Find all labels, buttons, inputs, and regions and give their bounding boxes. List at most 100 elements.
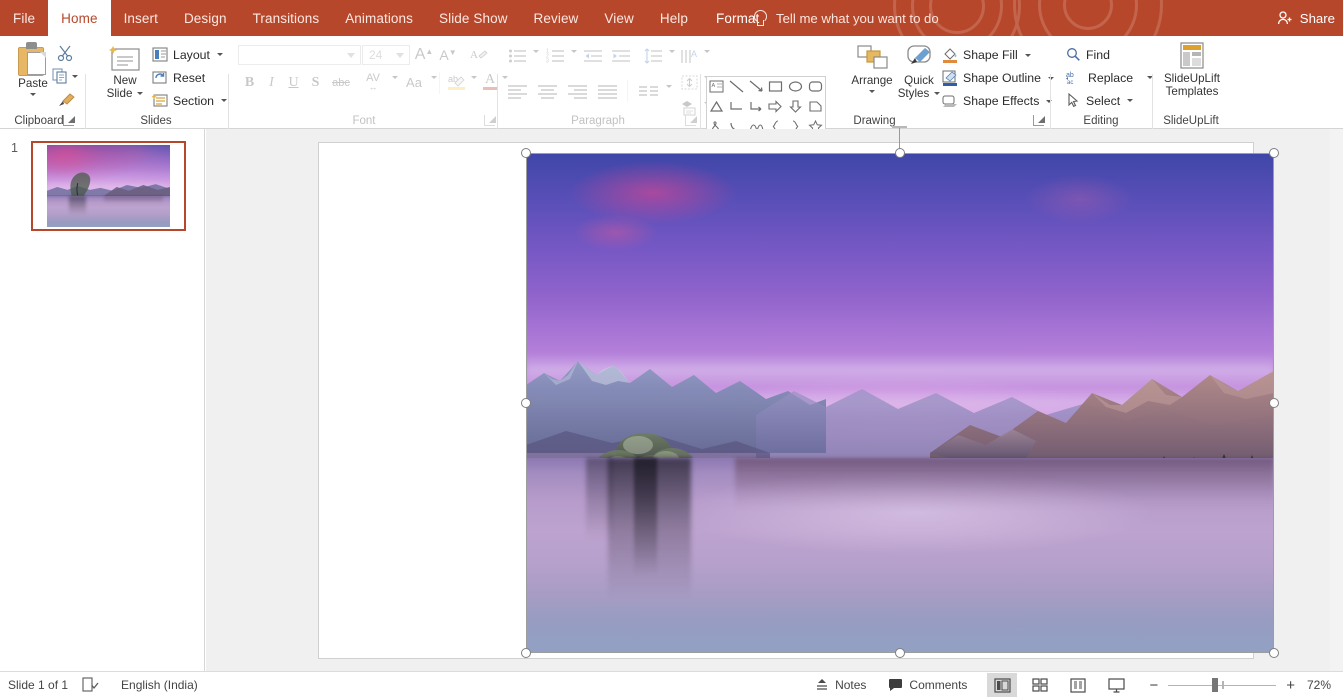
handle-bottom-left[interactable] <box>521 648 531 658</box>
accessibility-checker-button[interactable] <box>82 677 99 693</box>
decrease-font-size-button[interactable]: A ▼ <box>437 45 459 65</box>
bold-button[interactable]: B <box>239 72 260 93</box>
handle-middle-left[interactable] <box>521 398 531 408</box>
increase-font-size-button[interactable]: A ▲ <box>413 45 435 65</box>
handle-middle-right[interactable] <box>1269 398 1279 408</box>
slideuplift-templates-button[interactable]: SlideUpLift Templates <box>1159 42 1225 98</box>
clear-formatting-button[interactable]: A <box>466 44 490 66</box>
tab-transitions[interactable]: Transitions <box>240 0 333 36</box>
font-size-combobox[interactable]: 24 <box>362 45 410 65</box>
columns-button[interactable] <box>636 81 662 101</box>
shape-triangle[interactable] <box>707 97 727 117</box>
shape-elbow-connector[interactable] <box>727 97 747 117</box>
shape-line[interactable] <box>727 77 747 97</box>
zoom-in-button[interactable]: + <box>1286 677 1295 694</box>
text-shadow-button[interactable]: S <box>305 72 326 93</box>
font-name-combobox[interactable] <box>238 45 361 65</box>
shapes-gallery[interactable]: A <box>706 76 826 137</box>
handle-top-right[interactable] <box>1269 148 1279 158</box>
slide-counter[interactable]: Slide 1 of 1 <box>8 678 68 692</box>
quick-styles-button[interactable]: Quick Styles <box>892 44 946 100</box>
tell-me-search[interactable]: Tell me what you want to do <box>753 0 939 36</box>
handle-bottom-center[interactable] <box>895 648 905 658</box>
layout-button[interactable]: Layout <box>152 47 223 62</box>
slide-canvas[interactable] <box>318 142 1254 659</box>
selected-picture[interactable] <box>526 153 1274 653</box>
shape-elbow-arrow-connector[interactable] <box>746 97 766 117</box>
shape-rounded-rectangle[interactable] <box>805 77 825 97</box>
tab-insert[interactable]: Insert <box>111 0 171 36</box>
tab-design[interactable]: Design <box>171 0 240 36</box>
tab-slide-show[interactable]: Slide Show <box>426 0 521 36</box>
tab-animations[interactable]: Animations <box>332 0 426 36</box>
handle-top-left[interactable] <box>521 148 531 158</box>
shape-arrow[interactable] <box>746 77 766 97</box>
new-slide-button[interactable]: New Slide <box>98 44 152 100</box>
view-normal-button[interactable] <box>987 673 1017 697</box>
view-slide-sorter-button[interactable] <box>1025 673 1055 697</box>
columns-chevron[interactable] <box>664 85 672 88</box>
text-highlight-chevron[interactable] <box>469 76 477 79</box>
slide-editing-area[interactable] <box>206 129 1343 671</box>
align-left-button[interactable] <box>505 81 531 101</box>
handle-top-center[interactable] <box>895 148 905 158</box>
text-direction-button[interactable]: A <box>677 46 701 66</box>
underline-button[interactable]: U <box>283 72 304 93</box>
slide-thumbnail-panel[interactable]: 1 <box>0 129 205 671</box>
zoom-slider[interactable] <box>1168 678 1276 692</box>
replace-button[interactable]: ab ac Replace <box>1066 70 1153 85</box>
paragraph-dialog-launcher[interactable] <box>685 115 696 126</box>
tab-file[interactable]: File <box>0 0 48 36</box>
slide-thumbnail-1[interactable] <box>31 141 186 231</box>
line-spacing-button[interactable] <box>641 46 665 66</box>
tab-view[interactable]: View <box>591 0 646 36</box>
shape-fill-button[interactable]: Shape Fill <box>942 47 1031 63</box>
italic-button[interactable]: I <box>261 72 282 93</box>
shape-pentagon-tag[interactable] <box>805 97 825 117</box>
canvas-vertical-scrollbar[interactable] <box>1330 129 1343 671</box>
justify-button[interactable] <box>595 81 621 101</box>
align-text-button[interactable] <box>677 72 701 92</box>
share-button[interactable]: Share <box>1277 0 1335 36</box>
view-reading-button[interactable] <box>1063 673 1093 697</box>
zoom-slider-thumb[interactable] <box>1212 678 1218 692</box>
reset-button[interactable]: Reset <box>152 70 205 85</box>
bullets-button[interactable] <box>505 46 529 66</box>
text-highlight-button[interactable]: ab <box>444 70 468 93</box>
comments-button[interactable]: Comments <box>888 678 967 692</box>
font-dialog-launcher[interactable] <box>484 115 495 126</box>
tab-help[interactable]: Help <box>647 0 701 36</box>
format-painter-button[interactable] <box>54 90 78 110</box>
shape-text-box[interactable]: A <box>707 77 727 97</box>
section-button[interactable]: Section <box>152 93 227 108</box>
line-spacing-chevron[interactable] <box>667 50 675 53</box>
shape-oval[interactable] <box>786 77 806 97</box>
decrease-indent-button[interactable] <box>581 46 605 66</box>
drawing-dialog-launcher[interactable] <box>1033 115 1044 126</box>
numbering-chevron[interactable] <box>569 50 577 53</box>
language-indicator[interactable]: English (India) <box>121 678 198 692</box>
copy-button[interactable] <box>52 66 78 86</box>
shape-down-arrow[interactable] <box>786 97 806 117</box>
bullets-chevron[interactable] <box>531 50 539 53</box>
shape-right-arrow[interactable] <box>766 97 786 117</box>
character-spacing-button[interactable]: AV ↔ <box>356 70 390 93</box>
numbering-button[interactable]: 1 2 3 <box>543 46 567 66</box>
shape-effects-button[interactable]: Shape Effects <box>942 93 1052 109</box>
handle-bottom-right[interactable] <box>1269 648 1279 658</box>
align-right-button[interactable] <box>565 81 591 101</box>
shape-rectangle[interactable] <box>766 77 786 97</box>
change-case-chevron[interactable] <box>429 76 437 79</box>
change-case-button[interactable]: Aa <box>400 72 428 93</box>
tab-home[interactable]: Home <box>48 0 110 36</box>
cut-button[interactable] <box>54 42 76 64</box>
select-button[interactable]: Select <box>1066 93 1133 108</box>
view-slide-show-button[interactable] <box>1101 673 1131 697</box>
strikethrough-button[interactable]: abc <box>328 72 354 93</box>
find-button[interactable]: Find <box>1066 47 1110 62</box>
arrange-button[interactable]: Arrange <box>845 44 899 93</box>
align-center-button[interactable] <box>535 81 561 101</box>
notes-button[interactable]: Notes <box>815 678 866 692</box>
increase-indent-button[interactable] <box>609 46 633 66</box>
zoom-out-button[interactable]: − <box>1149 677 1158 694</box>
